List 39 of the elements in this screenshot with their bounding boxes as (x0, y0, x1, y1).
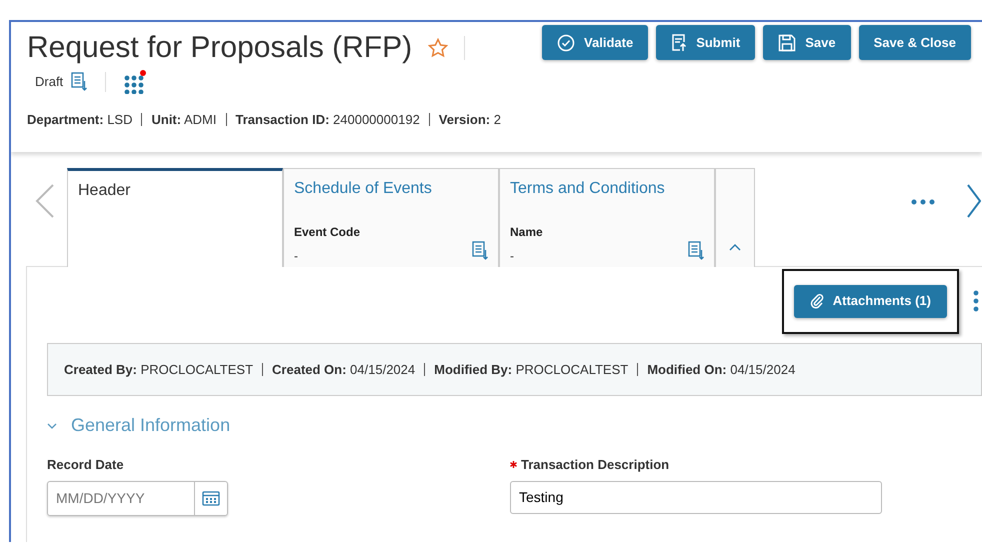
apps-grid-icon[interactable] (124, 70, 146, 94)
star-icon[interactable] (428, 38, 448, 58)
action-button[interactable]: Save (763, 25, 851, 60)
action-button[interactable]: Submit (656, 25, 756, 60)
audit-info: Created By: PROCLOCALTEST Created On: 04/15/2024 Modified By: PROCLOCALTEST Modified On: 04/15/2024 (47, 343, 982, 396)
date-input[interactable]: MM/DD/YYYY (48, 482, 194, 514)
action-button[interactable]: Save & Close (858, 25, 971, 60)
tab-field-label: Name (510, 224, 544, 241)
document-icon[interactable] (71, 72, 88, 92)
transaction-details: Department: LSD Unit: ADMI Transaction ID: 240000000192 Version: 2 (27, 111, 502, 129)
field-label: Transaction Description (521, 456, 670, 474)
text-field[interactable]: Testing (510, 480, 882, 514)
status-label: Draft (35, 73, 64, 92)
tab-label: Terms and Conditions (510, 180, 665, 197)
date-field[interactable]: MM/DD/YYYY (47, 480, 228, 516)
more-icon[interactable] (911, 199, 935, 205)
submit-icon (671, 34, 688, 52)
kebab-menu-icon[interactable] (973, 290, 979, 312)
validate-icon (557, 34, 576, 52)
section-title[interactable]: General Information (71, 412, 230, 439)
tab-label: Schedule of Events (294, 180, 432, 197)
chevron-icon[interactable] (47, 422, 57, 430)
action-button[interactable]: Validate (542, 25, 648, 60)
save-icon (778, 34, 796, 52)
tab[interactable]: Header (67, 168, 283, 267)
tab-field-label: Event Code (294, 224, 362, 241)
chevron-icon (729, 243, 741, 251)
field-label: Record Date (47, 456, 124, 474)
paperclip-icon (810, 293, 824, 309)
tab[interactable]: Schedule of Events Event Code - (283, 168, 499, 267)
document-icon[interactable] (688, 241, 704, 261)
tab[interactable]: Terms and Conditions Name - (499, 168, 715, 267)
tab-field-value: - (510, 248, 515, 265)
tab-field-value: - (294, 248, 299, 265)
calendar-icon[interactable] (202, 490, 220, 506)
tab-label: Header (78, 182, 130, 199)
document-icon[interactable] (472, 241, 488, 261)
attachments-button[interactable]: Attachments (1) (794, 284, 947, 318)
page-title: Request for Proposals (RFP) (27, 30, 412, 66)
